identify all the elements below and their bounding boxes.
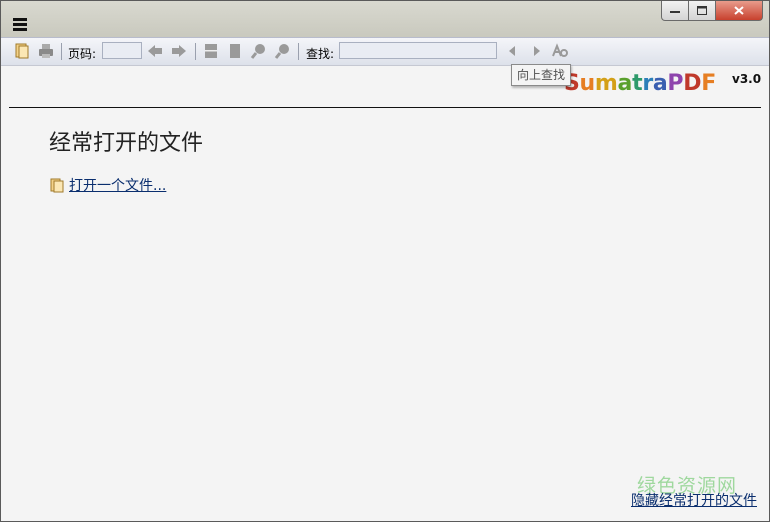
find-next-icon[interactable] [527,42,545,60]
sumatrapdf-logo: SumatraPDF [564,71,716,96]
logo-letter: a [617,71,633,96]
page-number-input[interactable] [102,42,142,59]
match-case-icon[interactable] [551,42,569,60]
close-icon [734,6,744,15]
logo-letter: t [632,71,643,96]
maximize-button[interactable] [689,1,716,21]
find-previous-icon[interactable] [504,42,522,60]
logo-letter: P [667,71,684,96]
version-label: v3.0 [732,72,762,86]
find-previous-tooltip: 向上查找 [511,64,572,86]
logo-letter: u [579,71,596,96]
logo-letter: r [642,71,653,96]
find-input[interactable] [339,42,497,59]
open-folder-icon[interactable] [13,42,31,60]
open-file-link[interactable]: 打开一个文件... [49,175,166,195]
fit-width-icon[interactable] [226,42,244,60]
minimize-button[interactable] [661,1,689,21]
toolbar-separator [195,43,196,60]
open-file-label: 打开一个文件... [69,178,167,194]
hamburger-menu-icon[interactable] [13,18,27,31]
frequently-read-heading: 经常打开的文件 [49,131,204,156]
fit-page-icon[interactable] [202,42,220,60]
logo-letter: a [652,71,668,96]
maximize-icon [697,6,707,15]
logo-letter: D [683,71,702,96]
open-folder-icon [50,178,64,193]
title-bar [1,1,769,37]
toolbar-separator [61,43,62,60]
logo-letter: F [701,71,716,96]
print-icon[interactable] [37,42,55,60]
page-label: 页码: [68,47,97,61]
arrow-right-icon[interactable] [170,42,188,60]
toolbar-separator [298,43,299,60]
find-label: 查找: [306,47,335,61]
app-window: 页码: 查找: 向上查找 SumatraPDF v3.0 经常打开的文件 打开一… [0,0,770,522]
hide-frequently-read-link[interactable]: 隐藏经常打开的文件 [631,490,757,510]
arrow-left-icon[interactable] [146,42,164,60]
minimize-icon [670,10,680,13]
header-divider [9,107,761,108]
logo-letter: m [594,71,618,96]
zoom-out-icon[interactable] [250,42,268,60]
toolbar: 页码: 查找: [1,37,769,66]
zoom-in-icon[interactable] [274,42,292,60]
window-controls [661,1,763,21]
close-button[interactable] [716,1,763,21]
